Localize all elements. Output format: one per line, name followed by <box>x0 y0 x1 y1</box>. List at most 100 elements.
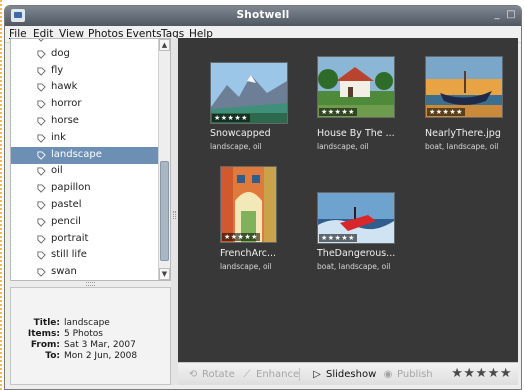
tag-icon <box>37 251 46 261</box>
tag-icon <box>37 201 46 210</box>
info-to-key: To: <box>45 351 60 361</box>
sidebar-item-papillon[interactable]: papillon <box>11 180 159 197</box>
publish-label: Publish <box>397 369 433 380</box>
slideshow-button[interactable]: ▷ Slideshow <box>310 367 376 382</box>
sidebar-item-oil[interactable]: oil <box>11 163 159 180</box>
photo-tags: boat, landscape, oil <box>317 262 391 271</box>
photo-name: House By The ... <box>317 128 395 139</box>
photo-tags: landscape, oil <box>210 142 262 151</box>
photo-tags: landscape, oil <box>220 262 272 271</box>
publish-button[interactable]: ◉ Publish <box>381 367 433 382</box>
sidebar-item-label: pencil <box>51 215 81 227</box>
scroll-thumb[interactable] <box>160 161 169 261</box>
window-title: Shotwell <box>236 9 290 21</box>
info-title-row: Title: landscape <box>11 318 171 329</box>
sidebar-item-crest[interactable]: crest <box>11 39 159 46</box>
tag-icon <box>37 235 46 244</box>
sidebar-item-label: portrait <box>51 232 89 244</box>
photo-tile-snowcapped[interactable]: ★★★★★ Snowcapped landscape, oil <box>210 62 310 152</box>
photo-tile-frencharch[interactable]: ★★★★★ FrenchArc... landscape, oil <box>220 166 320 276</box>
info-items-key: Items: <box>27 329 60 339</box>
tag-icon <box>38 39 44 42</box>
tag-sidebar: crest dog fly hawk horror horse ink landscape oi… <box>10 38 171 281</box>
sidebar-item-pencil[interactable]: pencil <box>11 214 159 231</box>
sidebar-item-ink[interactable]: ink <box>11 130 159 147</box>
sidebar-item-label: pastel <box>51 199 82 210</box>
photo-thumbnail[interactable]: ★★★★★ <box>317 192 395 244</box>
bottom-toolbar: ⟲ Rotate ⟋ Enhance ▷ Slideshow ◉ Publish ★★★… <box>178 362 518 385</box>
photo-tile-thedangerous[interactable]: ★★★★★ TheDangerous... boat, landscape, o… <box>317 192 417 276</box>
sidebar-item-swan[interactable]: swan <box>11 264 159 280</box>
minimize-icon[interactable]: _ <box>491 9 503 21</box>
photo-name: TheDangerous... <box>317 248 396 259</box>
photo-viewer: ★★★★★ Snowcapped landscape, oil ★★★★★ Ho… <box>178 38 518 362</box>
sidebar-item-portrait[interactable]: portrait <box>11 231 159 248</box>
photo-tile-nearlythere[interactable]: ★★★★★ NearlyThere.jpg boat, landscape, o… <box>425 56 524 152</box>
sidebar-item-pastel[interactable]: pastel <box>11 197 159 214</box>
enhance-icon: ⟋ <box>243 369 251 380</box>
tag-icon <box>37 50 46 59</box>
photo-rating: ★★★★★ <box>319 108 357 116</box>
sidebar-item-label: horror <box>51 98 82 110</box>
info-items-value: 5 Photos <box>64 329 103 339</box>
tag-icon <box>37 134 46 143</box>
tag-icon <box>37 167 46 177</box>
tag-icon <box>37 184 46 193</box>
rotate-icon: ⟲ <box>188 369 198 380</box>
photo-thumbnail[interactable]: ★★★★★ <box>425 56 503 118</box>
rating-stars-icon[interactable]: ★★★★★ <box>451 366 512 381</box>
tag-icon <box>37 83 46 93</box>
slideshow-label: Slideshow <box>326 369 377 380</box>
sidebar-item-landscape[interactable]: landscape <box>11 146 159 164</box>
photo-tile-house[interactable]: ★★★★★ House By The ... landscape, oil <box>317 56 417 152</box>
info-from-key: From: <box>30 340 60 350</box>
sidebar-item-label: hawk <box>51 81 78 93</box>
info-items-row: Items: 5 Photos <box>11 329 171 340</box>
sidebar-item-dog[interactable]: dog <box>11 46 159 63</box>
sidebar-item-label: dog <box>51 47 70 59</box>
sidebar-item-label: ink <box>51 131 66 143</box>
rotate-button[interactable]: ⟲ Rotate <box>186 367 235 382</box>
info-to-row: To: Mon 2 Jun, 2008 <box>11 351 171 362</box>
enhance-button[interactable]: ⟋ Enhance <box>240 367 300 382</box>
sidebar-item-label: crest <box>51 39 76 42</box>
tag-icon <box>37 268 46 277</box>
maximize-icon[interactable]: □ <box>505 9 517 21</box>
photo-thumbnail[interactable]: ★★★★★ <box>210 62 288 124</box>
photo-rating: ★★★★★ <box>427 108 465 116</box>
tag-icon <box>37 218 46 227</box>
info-to-value: Mon 2 Jun, 2008 <box>64 351 138 361</box>
info-from-value: Sat 3 Mar, 2007 <box>64 340 136 350</box>
sidebar-item-label: oil <box>51 165 63 177</box>
rotate-label: Rotate <box>202 369 235 380</box>
info-pane: Title: landscape Items: 5 Photos From: S… <box>10 287 171 385</box>
photo-name: NearlyThere.jpg <box>425 128 501 139</box>
sidebar-item-horse[interactable]: horse <box>11 113 159 130</box>
photo-name: FrenchArc... <box>220 248 277 259</box>
scroll-down-icon[interactable]: ▼ <box>159 268 170 280</box>
tag-icon <box>37 100 46 109</box>
sidebar-item-fly[interactable]: fly <box>11 63 159 80</box>
publish-icon: ◉ <box>383 369 393 380</box>
sidebar-item-still-life[interactable]: still life <box>11 247 159 264</box>
sidebar-item-label: swan <box>51 266 77 278</box>
tag-icon <box>37 117 46 126</box>
info-title-key: Title: <box>33 318 60 328</box>
photo-rating: ★★★★★ <box>212 114 250 122</box>
tag-icon <box>37 151 46 160</box>
sidebar-scrollbar[interactable]: ▲ ▼ <box>158 39 170 280</box>
sidebar-item-label: fly <box>51 64 64 76</box>
sidebar-item-label: landscape <box>51 148 102 160</box>
photo-thumbnail[interactable]: ★★★★★ <box>220 166 277 243</box>
toolbar-separator <box>299 368 300 381</box>
photo-rating: ★★★★★ <box>222 233 260 241</box>
photo-rating: ★★★★★ <box>319 234 357 242</box>
photo-tags: boat, landscape, oil <box>425 142 499 151</box>
sidebar-item-hawk[interactable]: hawk <box>11 79 159 96</box>
play-icon: ▷ <box>313 369 321 380</box>
scroll-up-icon[interactable]: ▲ <box>159 39 170 51</box>
title-bar[interactable]: Shotwell _ □ <box>5 6 521 26</box>
sidebar-item-horror[interactable]: horror <box>11 96 159 113</box>
photo-thumbnail[interactable]: ★★★★★ <box>317 56 395 118</box>
info-from-row: From: Sat 3 Mar, 2007 <box>11 340 171 351</box>
